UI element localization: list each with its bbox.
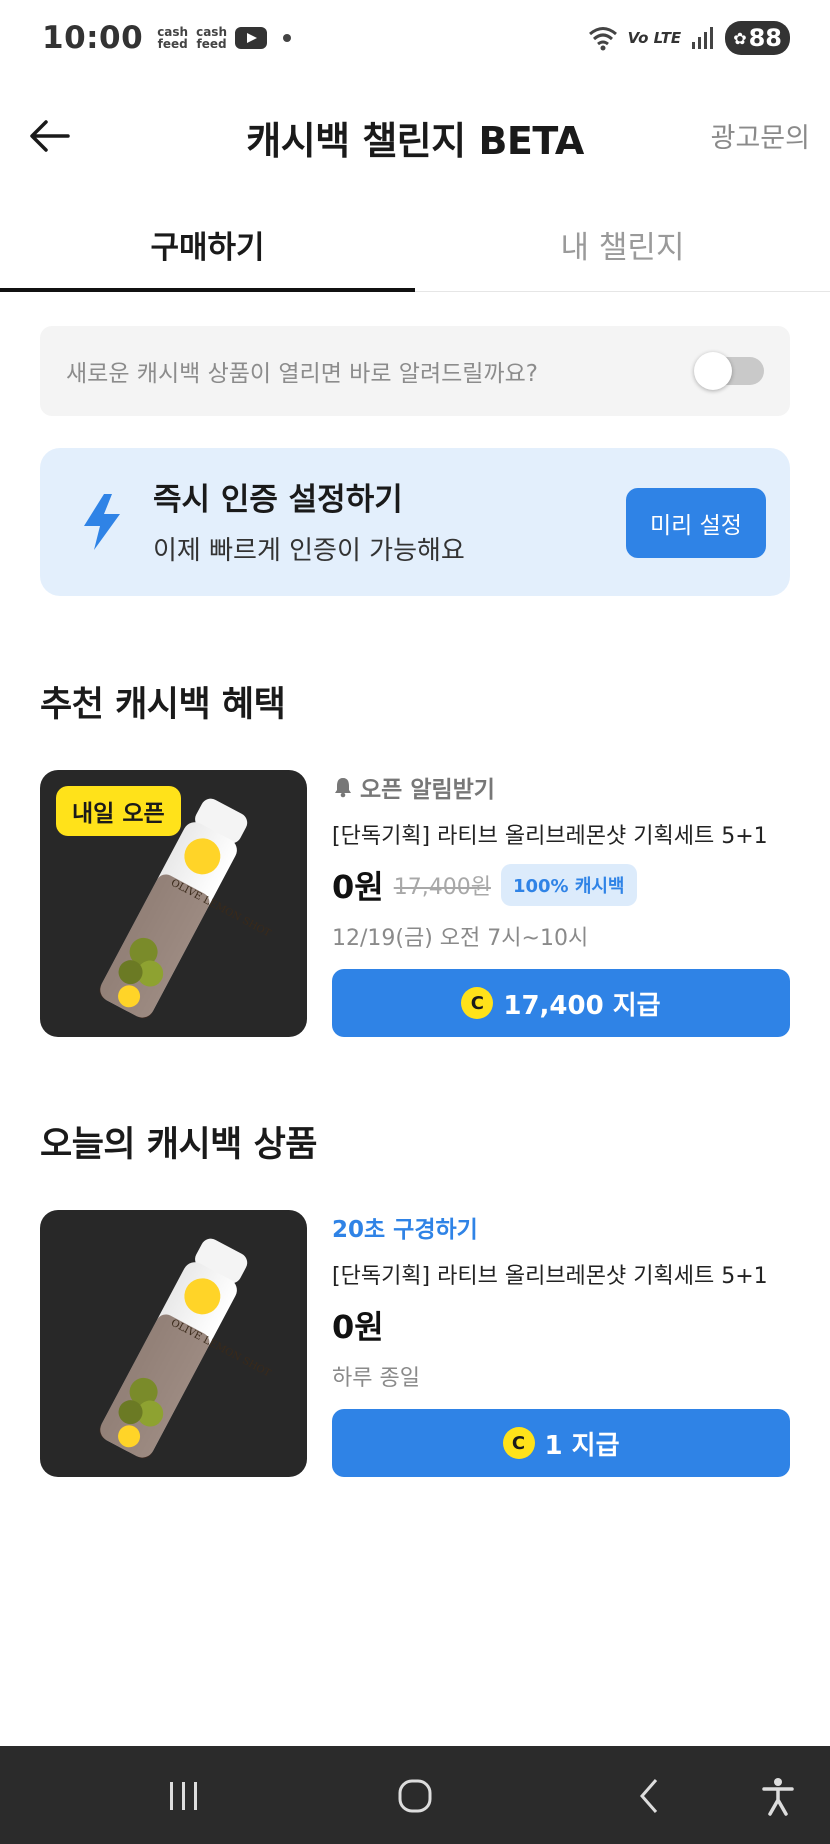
bell-icon: [335, 778, 351, 798]
product-name: [단독기획] 라티브 올리브레몬샷 기획세트 5+1: [332, 1264, 768, 1289]
coin-icon: C: [461, 987, 494, 1019]
preset-button[interactable]: 미리 설정: [626, 488, 766, 558]
product-info: 오픈 알림받기 [단독기획] 라티브 올리브레몬샷 기획세트 5+1 0원 17…: [332, 770, 790, 952]
youtube-icon: [235, 27, 267, 49]
battery-indicator: ✿ 88: [725, 21, 790, 55]
new-product-notify-row: 새로운 캐시백 상품이 열리면 바로 알려드릴까요?: [40, 326, 790, 416]
open-alert-link[interactable]: 오픈 알림받기: [332, 770, 790, 804]
recent-apps-icon: [170, 1782, 197, 1810]
product-price: 0원: [332, 868, 384, 906]
notify-text: 새로운 캐시백 상품이 열리면 바로 알려드릴까요?: [66, 361, 538, 387]
wifi-icon: [588, 27, 617, 51]
chevron-left-icon: [640, 1779, 658, 1813]
tab-my-challenge[interactable]: 내 챌린지: [415, 196, 830, 291]
ad-inquiry-link[interactable]: 광고문의: [711, 116, 810, 155]
cashfeed-app-icon: cash feed: [196, 25, 227, 51]
tab-purchase[interactable]: 구매하기: [0, 196, 415, 292]
leaf-icon: ✿: [733, 28, 747, 48]
lightning-icon: [84, 494, 120, 550]
system-nav-bar: [0, 1746, 830, 1844]
product-image[interactable]: OLIVE LEMON SHOT: [40, 1210, 307, 1477]
notify-toggle[interactable]: [694, 352, 764, 390]
accessibility-button[interactable]: [758, 1776, 798, 1816]
header: 캐시백 챌린지 BETA 광고문의: [0, 76, 830, 196]
tab-bar: 구매하기 내 챌린지: [0, 196, 830, 292]
status-time: 10:00: [42, 20, 144, 56]
home-button[interactable]: [395, 1776, 435, 1816]
product-price: 0원: [332, 1308, 384, 1346]
product-name: [단독기획] 라티브 올리브레몬샷 기획세트 5+1: [332, 824, 768, 849]
accessibility-icon: [762, 1778, 794, 1816]
recommended-product-card[interactable]: OLIVE LEMON SHOT 내일 오픈 오픈 알림받기 [단독기획] 라티…: [40, 770, 790, 1038]
pay-cash-button[interactable]: C 17,400 지급: [332, 969, 790, 1037]
today-product-card[interactable]: OLIVE LEMON SHOT 20초 구경하기 [단독기획] 라티브 올리브…: [40, 1210, 790, 1478]
auth-banner-title: 즉시 인증 설정하기: [153, 482, 403, 518]
open-tomorrow-badge: 내일 오픈: [56, 786, 181, 836]
view-20s-link[interactable]: 20초 구경하기: [332, 1210, 790, 1244]
coin-icon: C: [502, 1427, 535, 1459]
product-info: 20초 구경하기 [단독기획] 라티브 올리브레몬샷 기획세트 5+1 0원 하…: [332, 1210, 790, 1392]
open-schedule: 12/19(금) 오전 7시~10시: [332, 926, 589, 951]
product-image[interactable]: OLIVE LEMON SHOT 내일 오픈: [40, 770, 307, 1037]
instant-auth-banner[interactable]: 즉시 인증 설정하기 이제 빠르게 인증이 가능해요 미리 설정: [40, 448, 790, 596]
home-icon: [398, 1779, 432, 1813]
original-price: 17,400원: [393, 875, 491, 900]
recommended-section-title: 추천 캐시백 혜택: [40, 685, 286, 725]
status-indicators: Vo LTE ✿ 88: [588, 21, 790, 55]
toggle-knob: [694, 352, 732, 390]
signal-icon: [692, 27, 714, 49]
notification-dot-icon: [283, 34, 291, 42]
cashfeed-app-icon: cash feed: [157, 25, 189, 51]
today-section-title: 오늘의 캐시백 상품: [40, 1125, 317, 1165]
status-bar: 10:00 cash feed cash feed Vo LTE ✿ 88: [0, 0, 830, 76]
open-alert-label: 오픈 알림받기: [360, 777, 495, 803]
back-nav-button[interactable]: [630, 1776, 670, 1816]
price-row: 0원 17,400원 100% 캐시백: [332, 862, 790, 908]
price-row: 0원: [332, 1302, 790, 1348]
pay-cash-label: 17,400 지급: [503, 990, 661, 1021]
network-label: Vo LTE: [627, 29, 682, 47]
pay-cash-label: 1 지급: [544, 1430, 620, 1461]
cashback-badge: 100% 캐시백: [500, 864, 637, 906]
battery-level: 88: [748, 24, 782, 52]
olive-lemon-shot-image: OLIVE LEMON SHOT: [99, 1238, 273, 1459]
auth-banner-subtitle: 이제 빠르게 인증이 가능해요: [153, 536, 465, 566]
recent-apps-button[interactable]: [164, 1776, 204, 1816]
page-title: 캐시백 챌린지 BETA: [246, 119, 584, 163]
pay-cash-button[interactable]: C 1 지급: [332, 1409, 790, 1477]
availability: 하루 종일: [332, 1366, 420, 1391]
